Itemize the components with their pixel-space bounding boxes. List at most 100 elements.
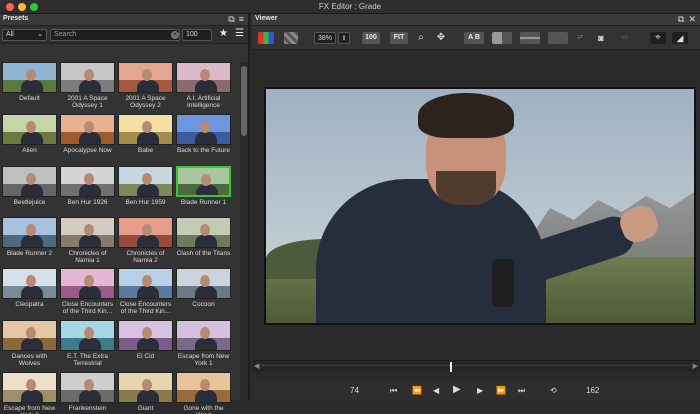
loop-icon[interactable]: ⟲ xyxy=(550,386,557,395)
overlay-view-icon[interactable] xyxy=(548,32,568,44)
preset-label: Ben Hur 1959 xyxy=(125,199,166,206)
preset-preview-image xyxy=(2,62,57,93)
step-back-icon[interactable]: ⏪ xyxy=(412,386,422,395)
presets-title: Presets xyxy=(3,15,29,22)
preset-thumbnail[interactable]: Dances with Wolves xyxy=(2,320,57,367)
preset-preview-image xyxy=(176,62,231,93)
play-reverse-icon[interactable]: ◀ xyxy=(433,386,439,395)
preset-preview-image xyxy=(2,217,57,248)
preset-preview-image xyxy=(176,320,231,351)
ab-compare-button[interactable]: A B xyxy=(464,32,484,44)
clear-search-icon[interactable]: ✕ xyxy=(171,31,179,39)
preset-preview-image xyxy=(118,114,173,145)
preset-preview-image xyxy=(118,62,173,93)
timeline-left-arrow-icon[interactable]: ◀ xyxy=(254,362,259,370)
preset-thumbnail[interactable]: Gone with the Wind xyxy=(176,372,231,414)
preset-thumbnail[interactable]: A.I. Artificial Intelligence xyxy=(176,62,231,109)
wipe-view-icon[interactable] xyxy=(520,32,540,44)
preset-label: Cleopatra xyxy=(15,301,44,308)
preset-label: Apocalypse Now xyxy=(63,147,112,154)
play-forward-icon[interactable]: ▶ xyxy=(477,386,483,395)
preset-thumbnail[interactable]: Alien xyxy=(2,114,57,154)
timeline-right-arrow-icon[interactable]: ▶ xyxy=(693,362,698,370)
preset-label: Ben Hur 1926 xyxy=(67,199,108,206)
preset-label: Alien xyxy=(22,147,37,154)
preset-thumbnail[interactable]: Frankenstein xyxy=(60,372,115,412)
preset-thumbnail[interactable]: Escape from New York 2 xyxy=(2,372,57,414)
preset-thumbnail[interactable]: Back to the Future xyxy=(176,114,231,154)
preset-thumbnail[interactable]: Blade Runner 2 xyxy=(2,217,57,257)
preset-thumbnail[interactable]: 2001 A Space Odyssey 2 xyxy=(118,62,173,109)
monitor-icon[interactable]: ▭ xyxy=(618,32,632,44)
magnifier-icon[interactable]: ⌕ xyxy=(415,32,427,44)
pan-icon[interactable]: ✥ xyxy=(435,32,447,44)
checker-icon[interactable] xyxy=(284,32,298,44)
preset-thumbnail[interactable]: Cocoon xyxy=(176,268,231,308)
histogram-icon[interactable]: ◢ xyxy=(672,32,688,44)
go-to-start-icon[interactable]: ⏮ xyxy=(390,386,397,396)
viewer-toolbar: 38% ⇕ 100 FIT ⌕ ✥ A B ⇄ ◙ ▭ ⌖ ◢ xyxy=(252,26,700,50)
preset-label: Escape from New York 1 xyxy=(177,353,230,367)
scrollbar-thumb[interactable] xyxy=(241,66,247,136)
snapshot-camera-icon[interactable]: ◙ xyxy=(594,32,608,44)
preset-thumbnail[interactable]: Close Encounters of the Third Kin... xyxy=(118,268,173,315)
zoom-100-button[interactable]: 100 xyxy=(362,32,380,44)
preset-label: Babe xyxy=(137,147,154,154)
zoom-field[interactable]: 38% xyxy=(314,32,336,44)
chevron-down-icon: ⌄ xyxy=(37,31,43,38)
playhead[interactable] xyxy=(450,362,452,372)
play-icon[interactable]: ▶ xyxy=(453,384,461,395)
preset-thumbnail[interactable]: Beetlejuice xyxy=(2,166,57,206)
preset-preview-image xyxy=(60,268,115,299)
split-view-icon[interactable] xyxy=(492,32,512,44)
preset-thumbnail[interactable]: Close Encounters of the Third Kin... xyxy=(60,268,115,315)
preset-label: Cocoon xyxy=(192,301,215,308)
category-select[interactable]: All ⌄ xyxy=(2,29,47,41)
zoom-stepper[interactable]: ⇕ xyxy=(338,32,350,44)
menu-icon[interactable]: ≡ xyxy=(239,14,244,25)
preset-thumbnail[interactable]: Giant xyxy=(118,372,173,412)
preset-thumbnail[interactable]: Ben Hur 1959 xyxy=(118,166,173,206)
preset-preview-image xyxy=(176,166,231,197)
float-panel-icon[interactable]: ⧉ xyxy=(228,14,234,25)
list-menu-icon[interactable]: ☰ xyxy=(235,28,244,39)
thumbnail-size-field[interactable]: 100 xyxy=(182,29,212,41)
preset-thumbnail[interactable]: Escape from New York 1 xyxy=(176,320,231,367)
preset-thumbnail[interactable]: Babe xyxy=(118,114,173,154)
preset-scrollbar[interactable] xyxy=(240,62,248,400)
end-frame[interactable]: 162 xyxy=(586,386,599,395)
preset-label: 2001 A Space Odyssey 2 xyxy=(125,95,166,109)
favorites-star-icon[interactable]: ★ xyxy=(219,28,228,39)
preset-thumbnail[interactable]: Clash of the Titans xyxy=(176,217,231,257)
preset-label: Blade Runner 2 xyxy=(6,250,53,257)
close-panel-icon[interactable]: ✕ xyxy=(688,14,696,25)
fit-button[interactable]: FIT xyxy=(390,32,408,44)
preset-thumbnail[interactable]: Apocalypse Now xyxy=(60,114,115,154)
swap-icon[interactable]: ⇄ xyxy=(574,32,586,44)
preset-thumbnail[interactable]: El Cid xyxy=(118,320,173,360)
preset-label: Dances with Wolves xyxy=(11,353,48,367)
timeline-scrubber[interactable]: ◀ ▶ xyxy=(252,360,700,372)
category-select-value: All xyxy=(6,31,14,38)
go-to-end-icon[interactable]: ⏭ xyxy=(518,386,525,396)
rgb-channels-icon[interactable] xyxy=(258,32,274,44)
preset-thumbnail[interactable]: Ben Hur 1926 xyxy=(60,166,115,206)
video-frame[interactable] xyxy=(264,87,696,325)
preset-thumbnail[interactable]: 2001 A Space Odyssey 1 xyxy=(60,62,115,109)
search-input[interactable]: Search xyxy=(50,29,180,41)
float-panel-icon[interactable]: ⧉ xyxy=(678,14,684,25)
frame-microphone xyxy=(492,259,514,307)
preset-thumbnail[interactable]: Cleopatra xyxy=(2,268,57,308)
step-forward-icon[interactable]: ⏩ xyxy=(496,386,506,395)
preset-thumbnail[interactable]: Chronicles of Narnia 1 xyxy=(60,217,115,264)
preset-preview-image xyxy=(60,372,115,403)
preset-thumbnail[interactable]: E.T. The Extra Terrestrial xyxy=(60,320,115,367)
preset-thumbnail[interactable]: Chronicles of Narnia 2 xyxy=(118,217,173,264)
current-frame[interactable]: 74 xyxy=(350,386,359,395)
preset-preview-image xyxy=(118,372,173,403)
crosshair-icon[interactable]: ⌖ xyxy=(650,32,666,44)
preset-label: Clash of the Titans xyxy=(176,250,231,257)
preset-thumbnail[interactable]: Default xyxy=(2,62,57,102)
preset-preview-image xyxy=(118,166,173,197)
preset-thumbnail[interactable]: Blade Runner 1 xyxy=(176,166,231,206)
